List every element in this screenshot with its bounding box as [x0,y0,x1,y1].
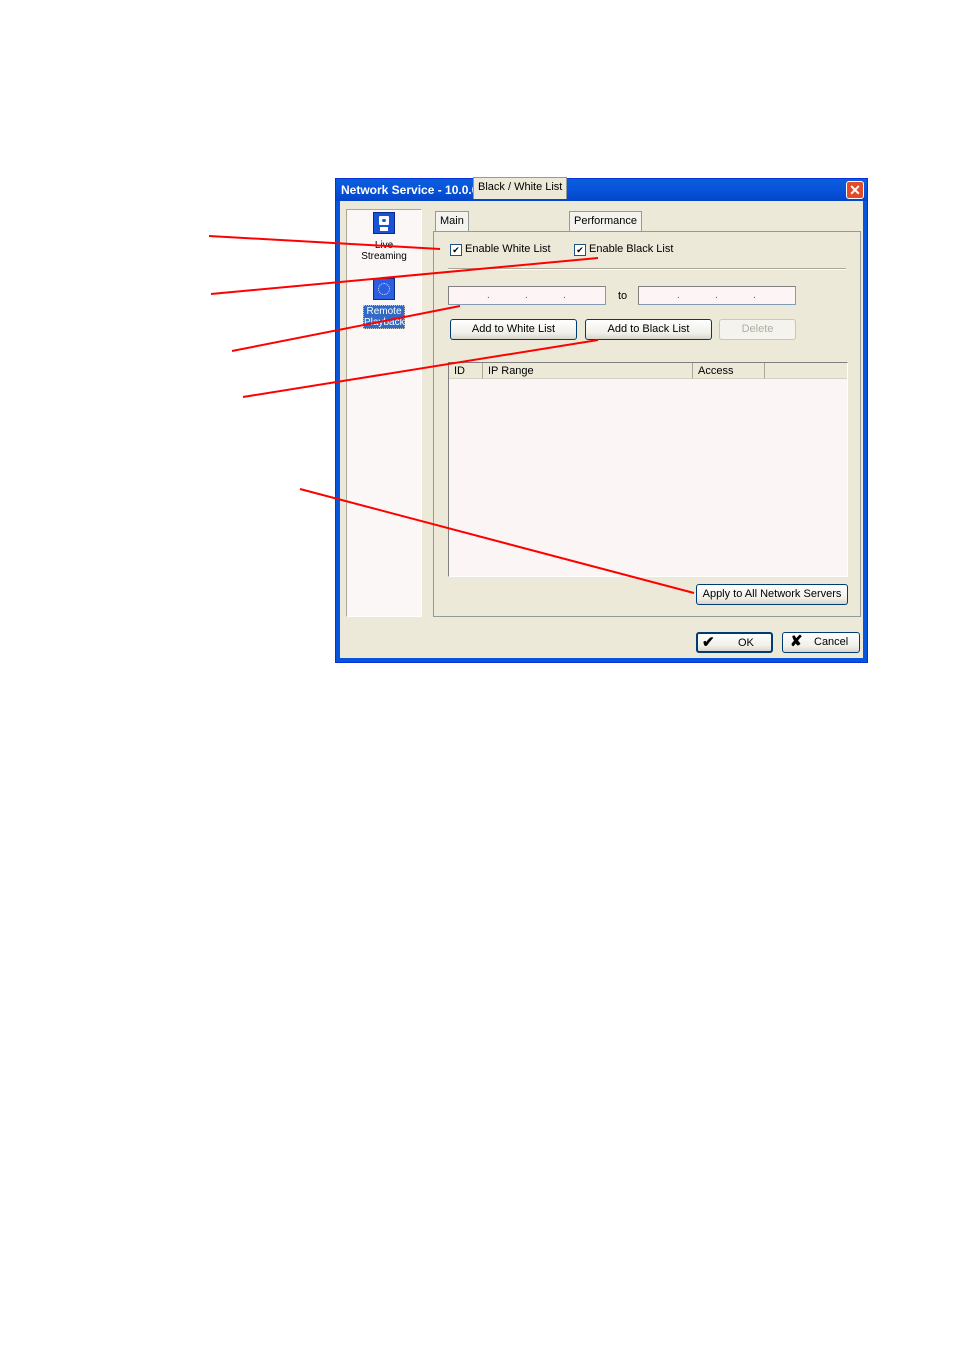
close-button[interactable]: ✕ [846,181,864,199]
enable-white-list-checkbox[interactable]: ✔ [450,244,462,256]
checkmark-icon: ✔ [702,634,715,651]
tab-black-white-list[interactable]: Black / White List [473,177,568,199]
enable-black-list-checkbox[interactable]: ✔ [574,244,586,256]
sidebar-label-streaming: Streaming [361,251,407,262]
column-header-id[interactable]: ID [449,363,483,379]
column-header-access[interactable]: Access [693,363,765,379]
tab-panel: ✔ Enable White List ✔ Enable Black List … [433,231,861,617]
title-bar[interactable]: Network Service - 10.0.0.21 ✕ [336,179,867,201]
enable-white-list-label[interactable]: Enable White List [465,243,551,255]
tab-main[interactable]: Main [435,211,469,231]
sidebar-label-remote: Remote [366,306,402,317]
sidebar-item-remote-playback[interactable]: Remote Playback [347,278,421,329]
sidebar-label-playback: Playback [364,317,405,328]
ok-label: OK [738,637,754,649]
cancel-button[interactable]: ✘ Cancel [782,632,860,653]
add-to-black-list-button[interactable]: Add to Black List [585,319,712,340]
sidebar: Live Streaming Remote Playback [346,209,422,617]
column-header-blank [765,363,847,379]
ok-button[interactable]: ✔ OK [696,632,773,653]
tab-black-white-list-label: Black / White List [478,181,563,193]
playback-icon [373,278,395,300]
cancel-label: Cancel [814,636,849,648]
sidebar-item-live-streaming[interactable]: Live Streaming [347,212,421,262]
sidebar-label-live: Live [374,240,394,251]
add-to-white-list-button[interactable]: Add to White List [450,319,577,340]
window-border-bottom [336,658,867,662]
delete-button[interactable]: Delete [719,319,796,340]
divider [448,268,846,270]
tab-performance-label: Performance [574,215,637,227]
window-border-left [336,201,340,662]
x-icon: ✘ [790,633,803,650]
monitor-icon [373,212,395,234]
enable-black-list-label[interactable]: Enable Black List [589,243,673,255]
column-header-ip-range[interactable]: IP Range [483,363,693,379]
tab-performance[interactable]: Performance [569,211,642,231]
ip-from-input[interactable]: ... [448,286,606,305]
ip-list-table[interactable]: ID IP Range Access [448,362,848,577]
tab-main-label: Main [440,215,464,227]
window-border-right [863,201,867,662]
window-title: Network Service - 10.0.0.21 [341,183,496,197]
network-service-dialog: Network Service - 10.0.0.21 ✕ Live Strea… [335,177,868,663]
to-label: to [618,290,628,302]
apply-to-all-network-servers-button[interactable]: Apply to All Network Servers [696,584,848,605]
close-icon: ✕ [849,182,861,198]
ip-to-input[interactable]: ... [638,286,796,305]
